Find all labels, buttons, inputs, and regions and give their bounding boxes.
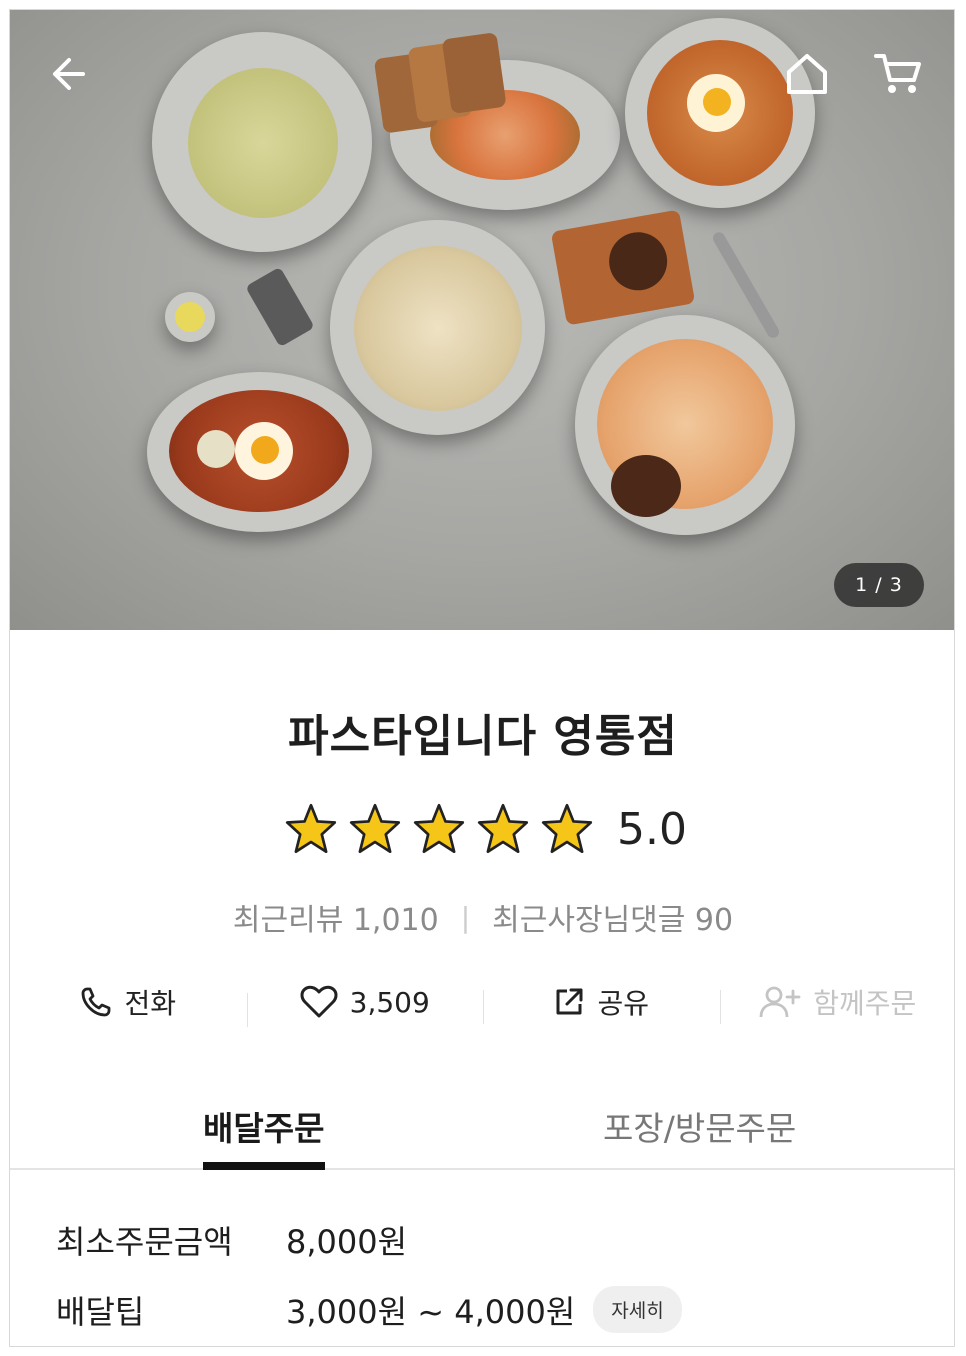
call-label: 전화 [124, 987, 177, 1020]
home-icon [787, 54, 827, 94]
photo-counter: 1 / 3 [834, 563, 924, 607]
cart-icon [874, 54, 921, 93]
star-icon [413, 803, 465, 854]
active-tab-indicator [203, 1162, 325, 1170]
owner-replies-label: 최근사장님댓글 [492, 903, 686, 938]
recent-reviews-link[interactable]: 최근리뷰 1,010 [233, 895, 439, 939]
action-bar: 전화 3,509 공유 함께주문 [10, 972, 955, 1032]
plate-rose-pasta [575, 315, 795, 535]
recent-reviews-label: 최근리뷰 [232, 903, 344, 938]
plate-gnocchi [147, 372, 372, 532]
group-order-button[interactable]: 함께주문 [719, 982, 955, 1024]
home-button[interactable] [777, 44, 837, 104]
plate-vongole [330, 220, 545, 435]
share-icon [556, 988, 583, 1015]
heart-icon [300, 985, 338, 1018]
board-steak [550, 209, 696, 326]
delivery-tip-row: 배달팁 3,000원 ~ 4,000원 자세히 [56, 1286, 682, 1333]
like-count: 3,509 [349, 985, 430, 1019]
add-person-icon [759, 986, 801, 1018]
delivery-tip-value: 3,000원 ~ 4,000원 [286, 1292, 576, 1331]
like-button[interactable]: 3,509 [246, 985, 484, 1027]
order-type-tabs: 배달주문 포장/방문주문 [10, 1090, 954, 1170]
share-label: 공유 [597, 987, 650, 1020]
butter-dish [165, 292, 215, 342]
tab-pickup[interactable]: 포장/방문주문 [483, 1090, 954, 1168]
star-icon [541, 803, 593, 854]
min-order-row: 최소주문금액 8,000원 [56, 1217, 407, 1263]
store-photo-carousel[interactable]: 1 / 3 [10, 10, 954, 630]
share-button[interactable]: 공유 [483, 982, 720, 1024]
back-button[interactable] [37, 44, 97, 104]
back-arrow-icon [53, 58, 85, 90]
tab-pickup-label: 포장/방문주문 [603, 1109, 797, 1148]
cart-button[interactable] [868, 44, 928, 104]
tab-delivery[interactable]: 배달주문 [10, 1090, 483, 1170]
group-order-label: 함께주문 [813, 987, 917, 1020]
owner-replies-link[interactable]: 최근사장님댓글 90 [492, 895, 733, 939]
store-page: 1 / 3 파스타입니다 영통점 5.0 최근리뷰 1,010 | 최근사장님댓… [9, 9, 955, 1347]
owner-replies-count: 90 [694, 903, 734, 938]
delivery-tip-label: 배달팁 [56, 1292, 145, 1331]
plate-cream-pasta [152, 32, 372, 252]
review-summary: 최근리뷰 1,010 | 최근사장님댓글 90 [10, 895, 954, 939]
rating-value: 5.0 [617, 803, 687, 855]
store-name: 파스타입니다 영통점 [288, 711, 678, 762]
recent-reviews-count: 1,010 [352, 903, 439, 938]
star-icon [285, 803, 337, 854]
tab-delivery-label: 배달주문 [203, 1109, 325, 1148]
rating-row: 5.0 [10, 802, 954, 856]
star-icon [477, 803, 529, 854]
bread-slices [372, 31, 513, 138]
call-button[interactable]: 전화 [10, 982, 247, 1022]
min-order-label: 최소주문금액 [56, 1223, 233, 1261]
phone-icon [82, 987, 111, 1017]
star-icon [349, 803, 401, 854]
delivery-tip-detail-button[interactable]: 자세히 [593, 1286, 682, 1333]
cheese-grater [245, 266, 315, 348]
divider: | [460, 900, 471, 934]
min-order-value: 8,000원 [286, 1223, 408, 1261]
